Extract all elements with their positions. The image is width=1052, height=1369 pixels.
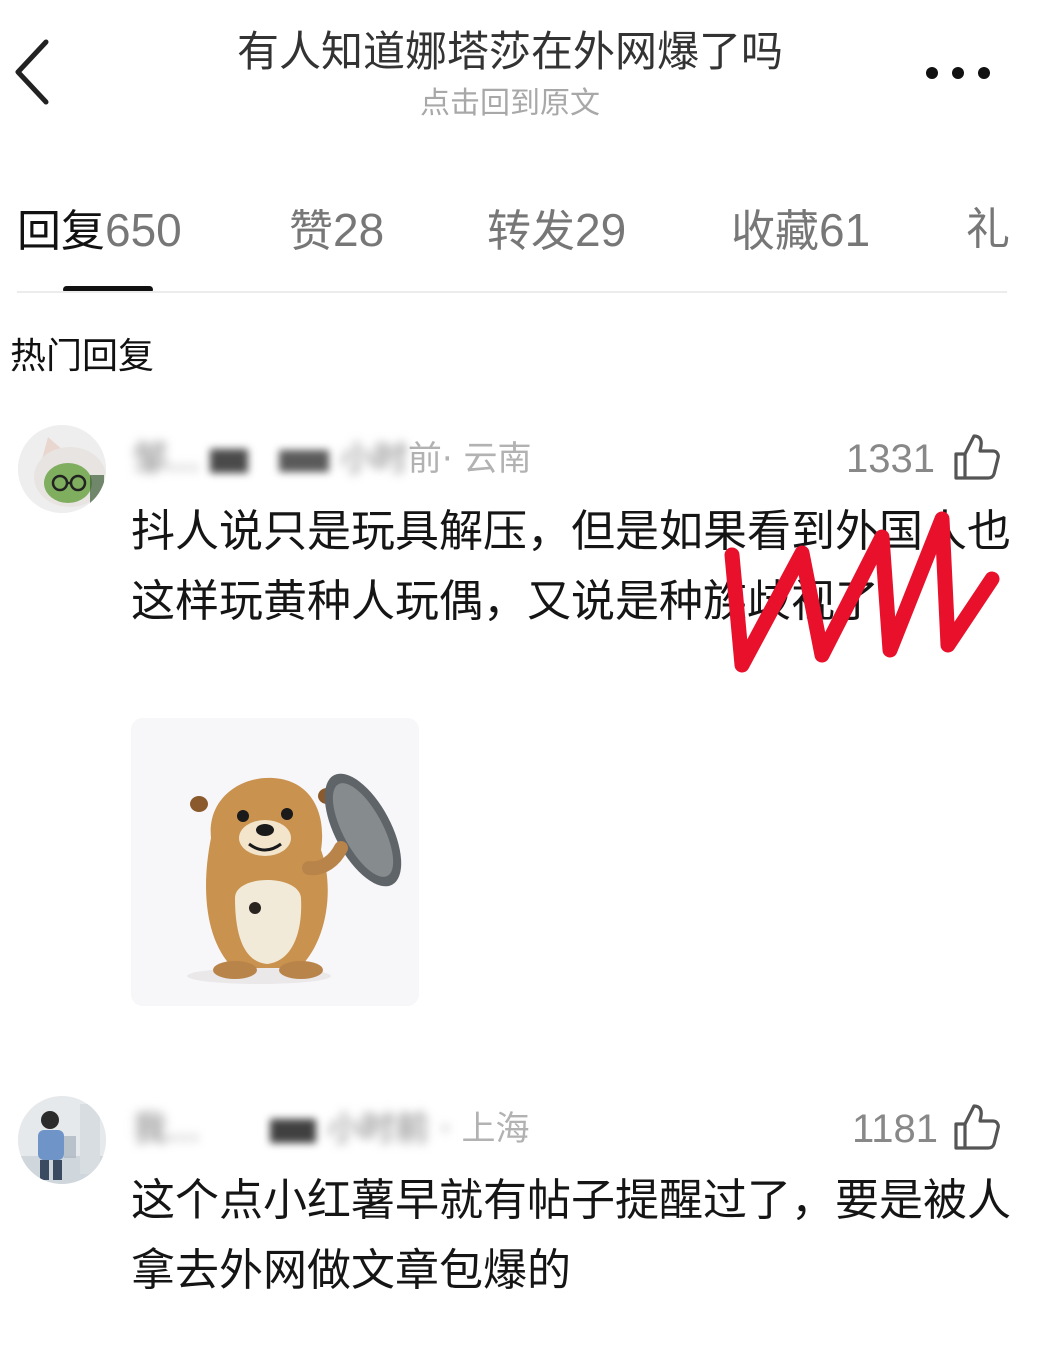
thumbs-up-icon — [954, 434, 1000, 480]
location: · 云南 — [441, 439, 532, 479]
tab-label: 收藏 — [731, 206, 819, 257]
tab-label: 礼 — [966, 204, 1010, 255]
tab-label: 转发 — [487, 206, 575, 257]
more-button[interactable] — [918, 56, 998, 90]
back-button[interactable] — [6, 34, 62, 114]
time-obscured: 小时 — [339, 439, 408, 479]
section-title: 热门回复 — [10, 336, 155, 377]
tab-gifts[interactable]: 礼 — [966, 192, 1010, 272]
like-count: 1331 — [846, 437, 935, 481]
thumbs-up-icon — [954, 1104, 1000, 1150]
time-suffix: 前 — [407, 439, 442, 479]
redaction-block — [279, 449, 330, 472]
tab-count: 28 — [333, 204, 385, 256]
tab-label: 赞 — [289, 206, 333, 257]
comment-text: 这个点小红薯早就有帖子提醒过了，要是被人拿去外网做文章包爆的 — [131, 1175, 1011, 1296]
tab-count: 29 — [575, 204, 627, 256]
tab-favorites[interactable]: 收藏61 — [731, 192, 870, 272]
tab-count: 650 — [105, 204, 182, 256]
username[interactable]: 我... — [133, 1109, 199, 1149]
post-title: 有人知道娜塔莎在外网爆了吗 — [236, 27, 783, 76]
tab-likes[interactable]: 赞28 — [289, 192, 384, 272]
redaction-block — [210, 448, 249, 473]
comment-meta: 我... 小时前 · 上海 — [133, 1106, 530, 1152]
location: 上海 — [461, 1109, 530, 1149]
comment-meta: 邹... 小时前· 云南 — [133, 436, 532, 482]
back-to-original-link[interactable]: 点击回到原文 — [360, 82, 660, 126]
sticker-image[interactable] — [131, 718, 419, 1006]
like-count: 1181 — [852, 1107, 939, 1151]
divider — [17, 291, 1007, 293]
tab-label: 回复 — [17, 206, 105, 257]
username[interactable]: 邹... — [133, 439, 199, 479]
avatar[interactable] — [18, 1096, 106, 1184]
like-button[interactable] — [952, 1102, 1002, 1152]
tab-replies[interactable]: 回复650 — [17, 192, 182, 272]
avatar[interactable] — [18, 425, 106, 513]
tab-bar: 回复650 赞28 转发29 收藏61 礼 — [0, 192, 1052, 272]
tab-reposts[interactable]: 转发29 — [487, 192, 626, 272]
more-dots-icon — [926, 67, 990, 79]
time-obscured: 小时前 · — [327, 1109, 451, 1149]
chevron-left-icon — [15, 39, 49, 105]
like-button[interactable] — [952, 432, 1002, 482]
comment-text: 抖人说只是玩具解压，但是如果看到外国人也这样玩黄种人玩偶，又说是种族歧视了 — [131, 506, 1011, 627]
tab-count: 61 — [819, 204, 871, 256]
redaction-block — [270, 1118, 317, 1143]
